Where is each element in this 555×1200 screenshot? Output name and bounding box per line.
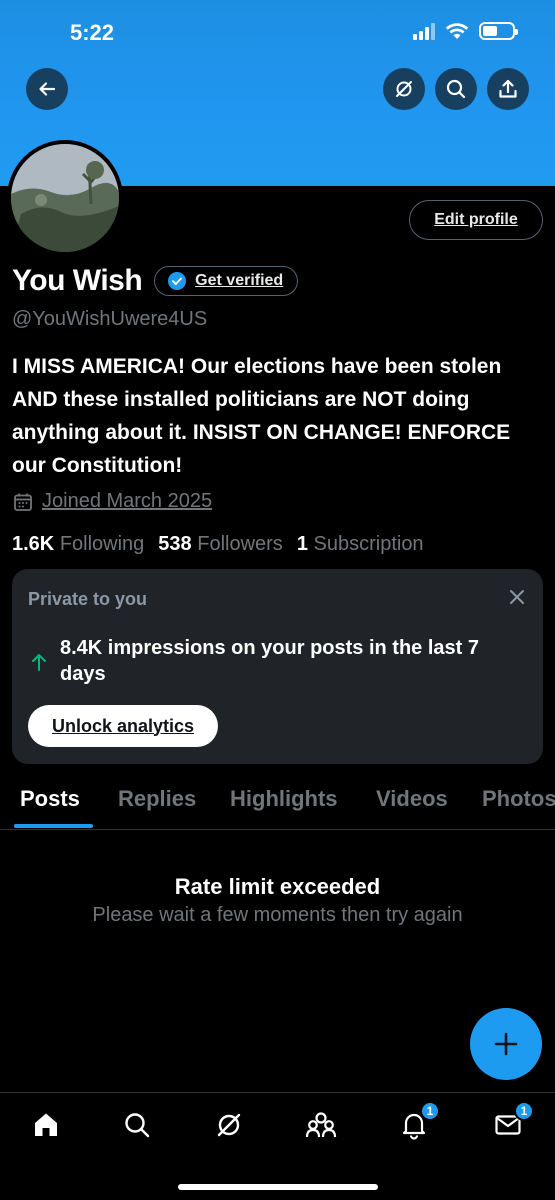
tab-videos[interactable]: Videos (376, 786, 448, 812)
share-icon (499, 79, 517, 98)
subscription-label: Subscription (313, 533, 424, 555)
following-label: Following (59, 533, 145, 555)
status-bar: 5:22 (0, 0, 555, 64)
compose-post-button[interactable] (470, 1008, 542, 1080)
tab-highlights[interactable]: Highlights (230, 786, 338, 812)
cellular-signal-icon (413, 22, 435, 40)
tab-photos[interactable]: Photos (482, 786, 555, 812)
joined-date: Joined March 2025 (12, 490, 212, 513)
share-button[interactable] (487, 68, 529, 110)
back-button[interactable] (26, 68, 68, 110)
nav-messages[interactable]: 1 (492, 1101, 534, 1141)
analytics-card: Private to you 8.4K impressions on your … (12, 569, 543, 764)
arrow-up-icon (32, 654, 46, 671)
home-icon (35, 1113, 57, 1136)
search-icon (125, 1113, 150, 1138)
error-subtitle: Please wait a few moments then try again (92, 904, 463, 926)
profile-stats: 1.6K Following 538 Followers 1 Subscript… (12, 533, 424, 556)
handle: @YouWishUwere4US (12, 308, 208, 330)
messages-badge: 1 (514, 1101, 534, 1121)
subscription-stat[interactable]: 1 Subscription (297, 533, 424, 556)
battery-icon (479, 22, 518, 40)
wifi-icon (445, 23, 469, 39)
nav-notifications[interactable]: 1 (398, 1101, 440, 1141)
nav-home[interactable] (30, 1109, 62, 1141)
following-stat[interactable]: 1.6K Following (12, 533, 144, 556)
name-row: You Wish Get verified (12, 264, 299, 298)
active-tab-indicator (14, 824, 93, 828)
edit-profile-button[interactable]: Edit profile (409, 200, 543, 240)
avatar-image (11, 144, 119, 252)
status-icons (413, 22, 518, 40)
calendar-icon (14, 493, 32, 511)
verified-badge-icon (168, 272, 187, 290)
plus-icon (494, 1032, 518, 1056)
notifications-badge: 1 (420, 1101, 440, 1121)
display-name: You Wish (12, 264, 143, 297)
bio: I MISS AMERICA! Our elections have been … (12, 355, 511, 477)
status-time: 5:22 (70, 20, 115, 45)
following-count: 1.6K (12, 533, 55, 555)
get-verified-label: Get verified (195, 272, 284, 289)
unlock-analytics-button[interactable]: Unlock analytics (28, 705, 218, 747)
card-title: Private to you (28, 589, 148, 609)
subscription-count: 1 (296, 533, 308, 555)
nav-communities[interactable] (305, 1109, 337, 1141)
close-icon[interactable] (505, 585, 529, 609)
search-button[interactable] (435, 68, 477, 110)
impressions-text: 8.4K impressions on your posts in the la… (60, 637, 479, 685)
grok-button[interactable] (383, 68, 425, 110)
followers-label: Followers (197, 533, 283, 555)
get-verified-button[interactable]: Get verified (154, 266, 299, 296)
followers-count: 538 (158, 533, 192, 555)
tab-replies[interactable]: Replies (118, 786, 196, 812)
grok-icon (217, 1113, 241, 1137)
tab-posts[interactable]: Posts (20, 786, 80, 812)
home-indicator (178, 1184, 378, 1190)
nav-search[interactable] (121, 1109, 153, 1141)
followers-stat[interactable]: 538 Followers (158, 533, 283, 556)
error-title: Rate limit exceeded (174, 874, 381, 899)
arrow-left-icon (39, 82, 56, 96)
communities-icon (305, 1112, 337, 1138)
avatar[interactable] (7, 140, 123, 256)
nav-grok[interactable] (213, 1109, 245, 1141)
search-icon (446, 79, 466, 99)
joined-text[interactable]: Joined March 2025 (42, 490, 212, 513)
grok-icon (396, 81, 412, 97)
profile-tabs: Posts Replies Highlights Videos Photos (0, 770, 555, 830)
